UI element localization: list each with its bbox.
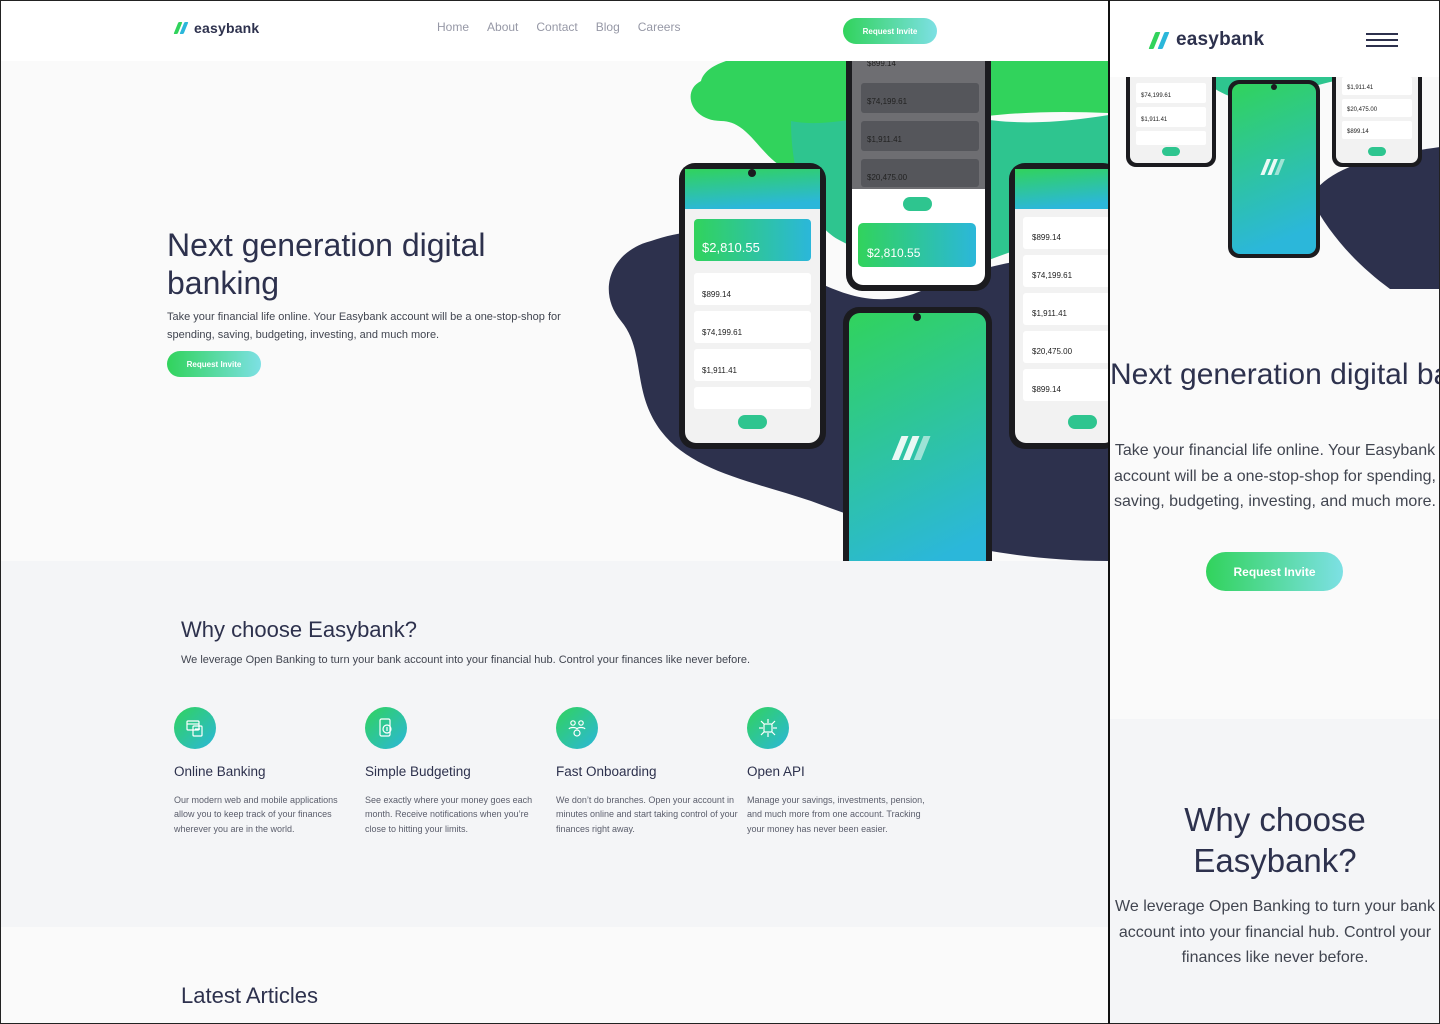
feature-text: See exactly where your money goes each m…: [365, 795, 533, 834]
logo-icon: [173, 22, 190, 34]
feature-title: Simple Budgeting: [365, 764, 471, 779]
svg-text:$899.14: $899.14: [1032, 385, 1061, 394]
svg-text:$1,911.41: $1,911.41: [1347, 85, 1374, 91]
hero-phones-illustration: $899.14 $74,199.61 $1,911.41 $20,475.00 …: [591, 21, 1108, 601]
logo-text: easybank: [194, 20, 260, 36]
hero-description: Take your financial life online. Your Ea…: [167, 311, 561, 342]
svg-text:$1,911.41: $1,911.41: [702, 366, 738, 375]
svg-text:$899.14: $899.14: [1032, 233, 1061, 242]
svg-text:$2,810.55: $2,810.55: [867, 246, 921, 260]
svg-text:$20,475.00: $20,475.00: [867, 173, 908, 182]
easybank-logo[interactable]: easybank: [173, 20, 260, 36]
mobile-hero-title: Next generation digital banking: [1110, 358, 1439, 391]
svg-text:$74,199.61: $74,199.61: [1141, 93, 1172, 99]
main-nav: Home About Contact Blog Careers: [437, 20, 680, 34]
desktop-view: easybank Home About Contact Blog Careers…: [0, 0, 1108, 1024]
budgeting-icon: [365, 707, 407, 749]
hero-request-invite-button[interactable]: Request Invite: [167, 351, 261, 377]
logo-icon: [1148, 31, 1172, 49]
latest-articles-title: Latest Articles: [181, 983, 318, 1008]
phone-top-center: $899.14 $74,199.61 $1,911.41 $20,475.00 …: [846, 21, 991, 291]
svg-text:$74,199.61: $74,199.61: [1032, 271, 1073, 280]
phone-center: [843, 307, 992, 593]
feature-online-banking: Online Banking Our modern web and mobile…: [174, 707, 365, 836]
svg-text:$1,911.41: $1,911.41: [867, 135, 903, 144]
svg-text:$74,199.61: $74,199.61: [867, 97, 908, 106]
mobile-view: easybank $74,199.61 $1,911.41 $1,911.41 …: [1110, 0, 1440, 1024]
site-header: easybank Home About Contact Blog Careers…: [1, 1, 1108, 61]
mobile-request-invite-button[interactable]: Request Invite: [1206, 552, 1343, 591]
latest-articles-section: Latest Articles: [1, 927, 1108, 1023]
online-banking-icon: [174, 707, 216, 749]
easybank-logo[interactable]: easybank: [1148, 29, 1265, 51]
feature-simple-budgeting: Simple Budgeting See exactly where your …: [365, 707, 556, 836]
feature-title: Open API: [747, 764, 805, 779]
svg-text:$899.14: $899.14: [702, 290, 731, 299]
nav-link-contact[interactable]: Contact: [536, 20, 577, 34]
feature-open-api: Open API Manage your savings, investment…: [747, 707, 938, 836]
svg-text:$899.14: $899.14: [1347, 129, 1369, 135]
phone-right: $899.14 $74,199.61 $1,911.41 $20,475.00 …: [1009, 163, 1108, 449]
nav-link-blog[interactable]: Blog: [596, 20, 620, 34]
phone-left: $2,810.55 $899.14 $74,199.61 $1,911.41: [679, 163, 826, 449]
mobile-why-title: Why choose Easybank?: [1184, 801, 1366, 880]
api-icon: [747, 707, 789, 749]
mobile-hero-description: Take your financial life online. Your Ea…: [1114, 442, 1436, 511]
svg-text:$20,475.00: $20,475.00: [1347, 107, 1378, 113]
feature-title: Fast Onboarding: [556, 764, 657, 779]
svg-text:$20,475.00: $20,475.00: [1032, 347, 1073, 356]
feature-text: Manage your savings, investments, pensio…: [747, 795, 925, 834]
feature-title: Online Banking: [174, 764, 266, 779]
mobile-why-section: Why choose Easybank? We leverage Open Ba…: [1110, 719, 1439, 1023]
hero-title: Next generation digital banking: [167, 227, 486, 301]
nav-link-home[interactable]: Home: [437, 20, 469, 34]
svg-text:$1,911.41: $1,911.41: [1141, 117, 1168, 123]
hamburger-menu-icon[interactable]: [1366, 32, 1400, 48]
logo-text: easybank: [1176, 29, 1265, 50]
svg-text:$74,199.61: $74,199.61: [702, 328, 743, 337]
why-description: We leverage Open Banking to turn your ba…: [181, 654, 751, 666]
feature-text: We don’t do branches. Open your account …: [556, 795, 738, 834]
onboarding-icon: [556, 707, 598, 749]
feature-fast-onboarding: Fast Onboarding We don’t do branches. Op…: [556, 707, 747, 836]
feature-text: Our modern web and mobile applications a…: [174, 795, 338, 834]
nav-link-about[interactable]: About: [487, 20, 518, 34]
nav-link-careers[interactable]: Careers: [638, 20, 681, 34]
svg-text:$1,911.41: $1,911.41: [1032, 309, 1068, 318]
mobile-hero-illustration: $74,199.61 $1,911.41 $1,911.41 $20,475.0…: [1110, 57, 1439, 289]
svg-text:$2,810.55: $2,810.55: [702, 240, 760, 255]
why-title: Why choose Easybank?: [181, 617, 418, 642]
mobile-why-description: We leverage Open Banking to turn your ba…: [1115, 898, 1435, 967]
why-section: Why choose Easybank? We leverage Open Ba…: [1, 561, 1108, 927]
feature-list: Online Banking Our modern web and mobile…: [174, 707, 938, 836]
svg-text:$899.14: $899.14: [867, 61, 896, 68]
mobile-header: easybank: [1110, 1, 1439, 77]
header-request-invite-button[interactable]: Request Invite: [843, 18, 937, 44]
